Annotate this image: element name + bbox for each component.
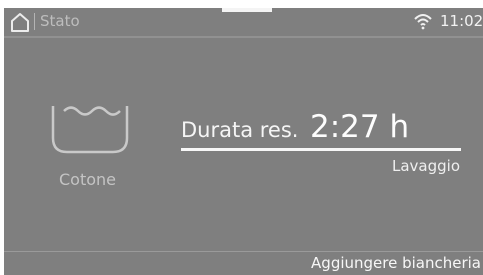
wifi-icon <box>414 14 432 30</box>
progress-bar-fill <box>181 148 461 151</box>
display-screen: Stato 11:02 Cotone Durata res. 2:27 h La… <box>4 8 483 275</box>
remaining-time-label: Durata res. <box>181 118 299 142</box>
progress-bar <box>181 148 461 151</box>
phase-label: Lavaggio <box>391 157 460 175</box>
status-divider <box>34 13 35 30</box>
header-divider <box>4 36 483 38</box>
status-title: Stato <box>40 12 80 30</box>
clock: 11:02 <box>440 12 483 30</box>
add-laundry-button[interactable]: Aggiungere biancheria <box>311 252 481 274</box>
status-bar: Stato 11:02 <box>4 8 483 34</box>
program-name: Cotone <box>59 170 117 189</box>
wash-tub-icon <box>51 106 129 154</box>
pull-down-handle[interactable] <box>222 8 272 12</box>
home-icon[interactable] <box>9 11 31 33</box>
remaining-time-value: 2:27 h <box>310 109 410 145</box>
